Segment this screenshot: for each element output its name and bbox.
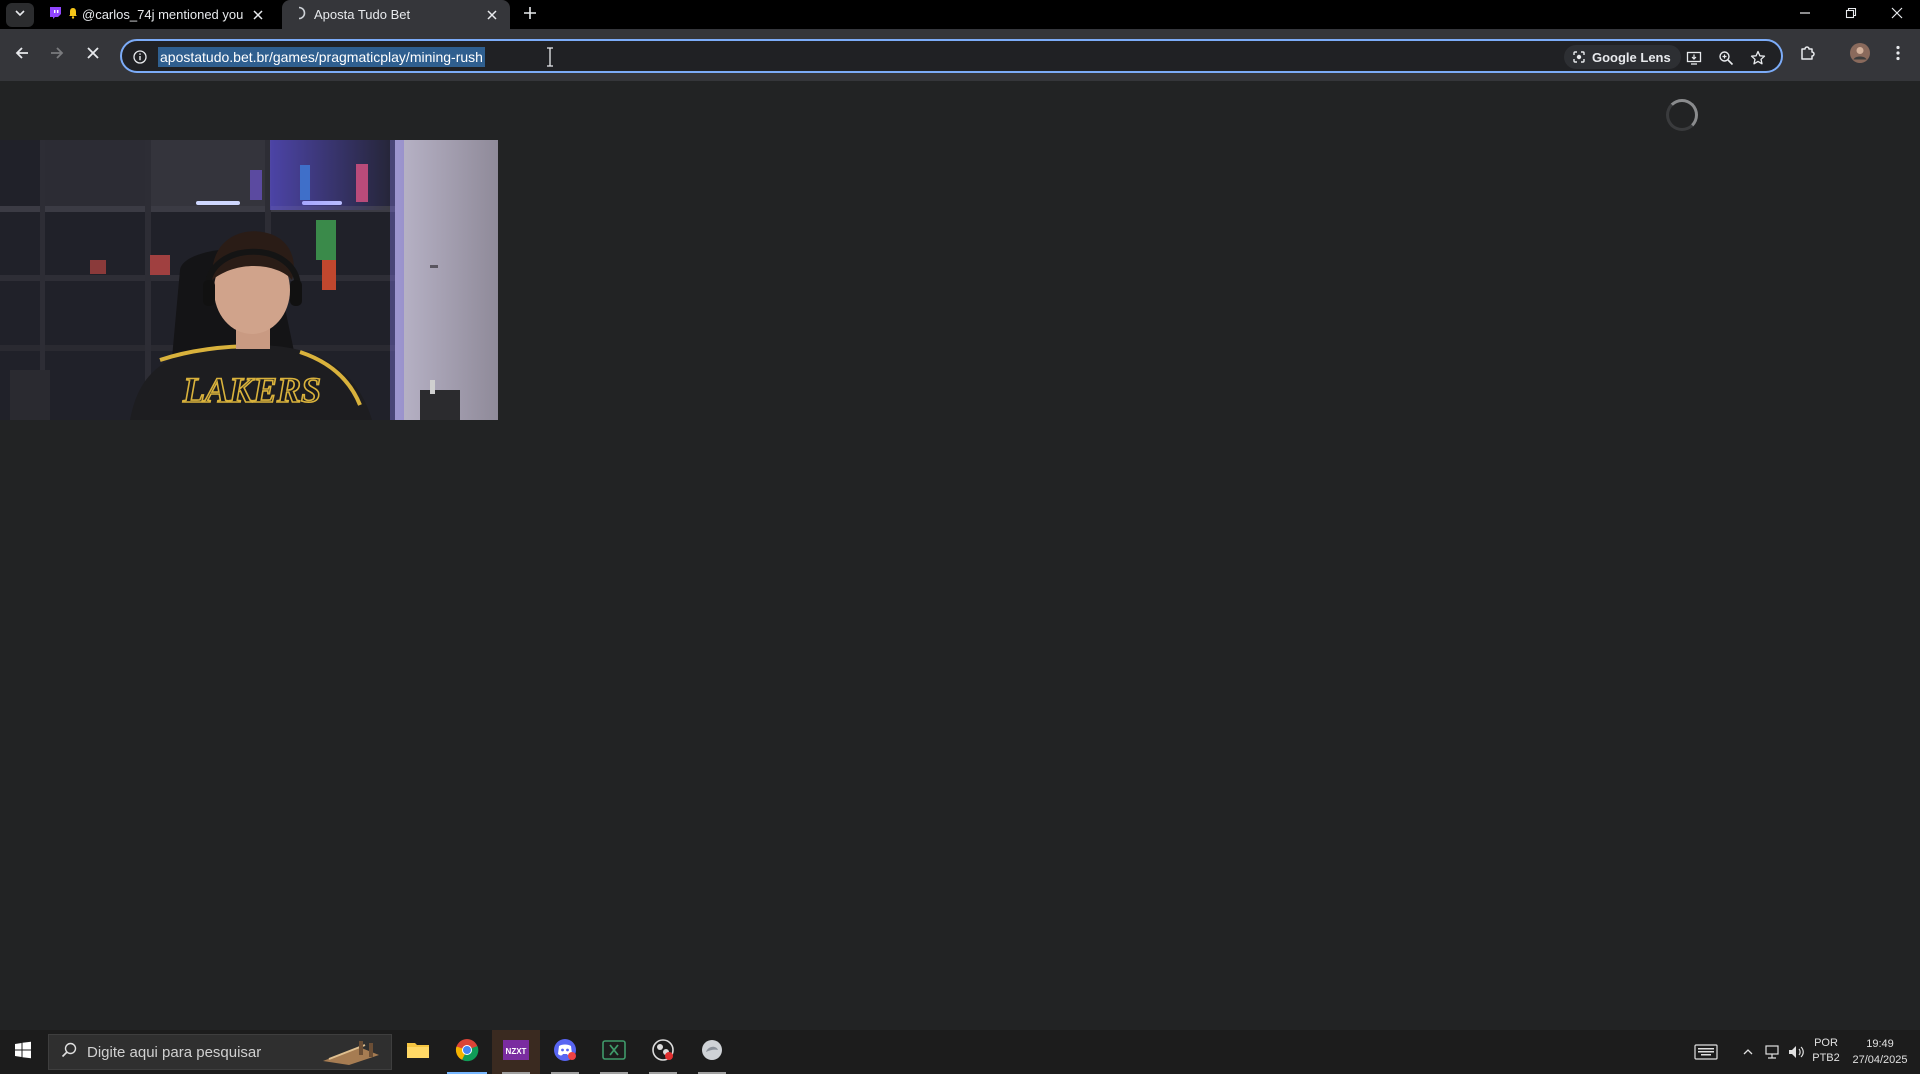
chevron-down-icon xyxy=(14,6,26,24)
file-explorer-app[interactable] xyxy=(394,1030,442,1074)
search-highlight-icon xyxy=(319,1037,385,1074)
windows-logo-icon xyxy=(14,1041,32,1064)
svg-text:NZXT: NZXT xyxy=(506,1047,527,1056)
plus-icon xyxy=(523,6,537,25)
file-explorer-icon xyxy=(406,1040,430,1065)
stop-loading-button[interactable] xyxy=(77,39,109,71)
system-clock[interactable]: 19:49 27/04/2025 xyxy=(1846,1036,1914,1068)
back-button[interactable] xyxy=(6,39,38,71)
loading-spinner xyxy=(1666,99,1698,131)
input-language-indicator[interactable]: POR PTB2 xyxy=(1808,1036,1844,1066)
minimize-button[interactable] xyxy=(1782,0,1828,29)
nzxt-icon: NZXT xyxy=(503,1039,529,1065)
restore-icon xyxy=(1845,6,1857,24)
arrow-right-icon xyxy=(49,45,65,66)
obs-app[interactable] xyxy=(639,1030,687,1074)
tab-twitch[interactable]: @carlos_74j mentioned you xyxy=(40,0,276,29)
menu-button[interactable] xyxy=(1882,39,1914,71)
chevron-up-icon[interactable] xyxy=(1738,1042,1758,1062)
excel-icon xyxy=(602,1039,626,1065)
tab-title: Aposta Tudo Bet xyxy=(314,7,411,22)
jersey-logo: LAKERS xyxy=(182,370,321,410)
other-app-icon xyxy=(700,1038,724,1067)
discord-app[interactable] xyxy=(541,1030,589,1074)
bookmark-star-icon[interactable] xyxy=(1746,46,1770,70)
chrome-icon xyxy=(455,1038,479,1067)
google-lens-label: Google Lens xyxy=(1592,49,1671,65)
nzxt-app[interactable]: NZXT xyxy=(492,1030,540,1074)
chrome-app[interactable] xyxy=(443,1030,491,1074)
clock-date: 27/04/2025 xyxy=(1852,1054,1908,1066)
install-app-icon[interactable] xyxy=(1682,46,1706,70)
google-lens-button[interactable]: Google Lens xyxy=(1564,45,1681,69)
text-cursor-icon xyxy=(545,46,555,68)
obs-icon xyxy=(651,1038,675,1067)
forward-button[interactable] xyxy=(41,39,73,71)
lens-icon xyxy=(1573,51,1585,63)
kebab-menu-icon xyxy=(1896,45,1900,66)
browser-toolbar: apostatudo.bet.br/games/pragmaticplay/mi… xyxy=(0,29,1920,81)
twitch-icon xyxy=(48,6,62,23)
window-close-button[interactable] xyxy=(1874,0,1920,29)
network-icon[interactable] xyxy=(1762,1042,1782,1062)
profile-button[interactable] xyxy=(1844,39,1876,71)
close-icon xyxy=(86,46,100,65)
keyboard-layout: PTB2 xyxy=(1812,1052,1840,1064)
close-icon xyxy=(1891,6,1903,24)
keyboard-icon[interactable] xyxy=(1694,1042,1718,1062)
volume-icon[interactable] xyxy=(1786,1042,1806,1062)
discord-icon xyxy=(553,1038,577,1067)
excel-app[interactable] xyxy=(590,1030,638,1074)
search-placeholder: Digite aqui para pesquisar xyxy=(87,1043,262,1061)
close-icon[interactable] xyxy=(248,5,268,25)
webcam-overlay: LAKERS xyxy=(0,140,498,420)
taskbar: Digite aqui para pesquisar NZXT POR PTB2… xyxy=(0,1030,1920,1074)
extensions-button[interactable] xyxy=(1792,39,1824,71)
zoom-icon[interactable] xyxy=(1714,46,1738,70)
bell-icon xyxy=(68,7,78,22)
tab-aposta-tudo-bet[interactable]: Aposta Tudo Bet xyxy=(282,0,510,29)
language-code: POR xyxy=(1814,1037,1838,1049)
minimize-icon xyxy=(1799,6,1811,24)
tab-title: @carlos_74j mentioned you xyxy=(82,7,244,22)
taskbar-search[interactable]: Digite aqui para pesquisar xyxy=(48,1034,392,1070)
close-icon[interactable] xyxy=(482,5,502,25)
arrow-left-icon xyxy=(14,45,30,66)
url-text[interactable]: apostatudo.bet.br/games/pragmaticplay/mi… xyxy=(158,47,485,67)
clock-time: 19:49 xyxy=(1866,1038,1894,1050)
avatar xyxy=(1849,42,1871,69)
restore-button[interactable] xyxy=(1828,0,1874,29)
site-info-icon[interactable] xyxy=(130,47,150,67)
puzzle-icon xyxy=(1799,44,1817,67)
start-button[interactable] xyxy=(0,1030,46,1074)
tab-search-button[interactable] xyxy=(6,3,34,27)
page-content: LAKERS xyxy=(0,81,1920,1030)
address-bar[interactable]: apostatudo.bet.br/games/pragmaticplay/mi… xyxy=(120,39,1783,73)
search-icon xyxy=(61,1042,77,1063)
other-app[interactable] xyxy=(688,1030,736,1074)
new-tab-button[interactable] xyxy=(518,3,542,27)
tab-strip: @carlos_74j mentioned you Aposta Tudo Be… xyxy=(0,0,1920,29)
loading-icon xyxy=(292,6,306,23)
